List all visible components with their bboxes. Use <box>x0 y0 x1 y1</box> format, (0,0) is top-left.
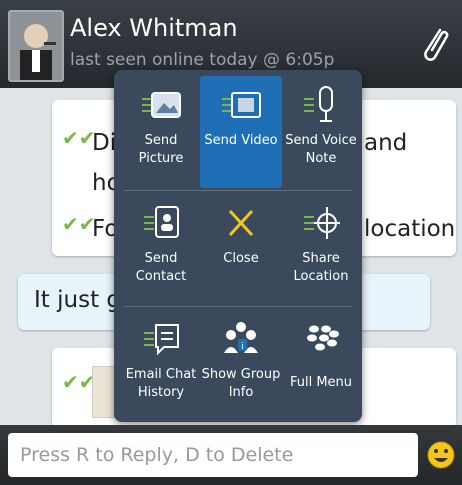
microphone-icon <box>300 84 342 126</box>
menu-item-label: Send Picture <box>138 133 184 166</box>
delivered-check-icon: ✔✔ <box>62 212 96 236</box>
menu-divider <box>124 306 352 307</box>
menu-divider <box>124 190 352 191</box>
svg-text:i: i <box>241 342 244 352</box>
send-picture-button[interactable]: Send Picture <box>120 76 202 188</box>
contact-icon <box>140 202 182 244</box>
emoji-button[interactable] <box>426 438 456 472</box>
group-icon: i <box>220 318 262 360</box>
smiley-icon <box>427 441 455 469</box>
send-contact-button[interactable]: Send Contact <box>120 194 202 306</box>
menu-item-label: Share Location <box>293 251 349 284</box>
paperclip-icon <box>424 28 449 61</box>
email-chat-history-button[interactable]: Email Chat History <box>120 310 202 422</box>
picture-icon <box>140 84 182 126</box>
attachment-menu: Send Picture Send Video Send Voice Note <box>114 70 362 422</box>
show-group-info-button[interactable]: i Show Group Info <box>200 310 282 422</box>
delivered-check-icon: ✔✔ <box>62 126 96 150</box>
menu-item-label: Show Group Info <box>201 367 281 400</box>
close-icon <box>220 202 262 244</box>
attach-button[interactable] <box>414 22 454 66</box>
close-button[interactable]: Close <box>200 194 282 306</box>
message-text: location <box>364 216 456 242</box>
delivered-check-icon: ✔✔ <box>62 370 96 394</box>
menu-item-label: Close <box>223 251 259 266</box>
full-menu-button[interactable]: Full Menu <box>280 310 362 422</box>
send-video-button[interactable]: Send Video <box>200 76 282 188</box>
menu-item-label: Email Chat History <box>125 367 197 400</box>
menu-item-label: Full Menu <box>289 375 353 390</box>
share-location-button[interactable]: Share Location <box>280 194 362 306</box>
message-text: and <box>364 130 408 156</box>
reply-input[interactable]: Press R to Reply, D to Delete <box>8 433 418 477</box>
video-icon <box>220 84 262 126</box>
send-voice-note-button[interactable]: Send Voice Note <box>280 76 362 188</box>
contact-name: Alex Whitman <box>70 14 238 42</box>
location-icon <box>300 202 342 244</box>
menu-item-label: Send Video <box>204 133 278 148</box>
avatar[interactable] <box>8 10 64 82</box>
menu-item-label: Send Contact <box>135 251 187 284</box>
menu-item-label: Send Voice Note <box>285 133 357 166</box>
chat-icon <box>140 318 182 360</box>
blackberry-icon <box>300 318 342 360</box>
last-seen-status: last seen online today @ 6:05p <box>70 50 335 70</box>
message-text: Di <box>92 130 117 156</box>
